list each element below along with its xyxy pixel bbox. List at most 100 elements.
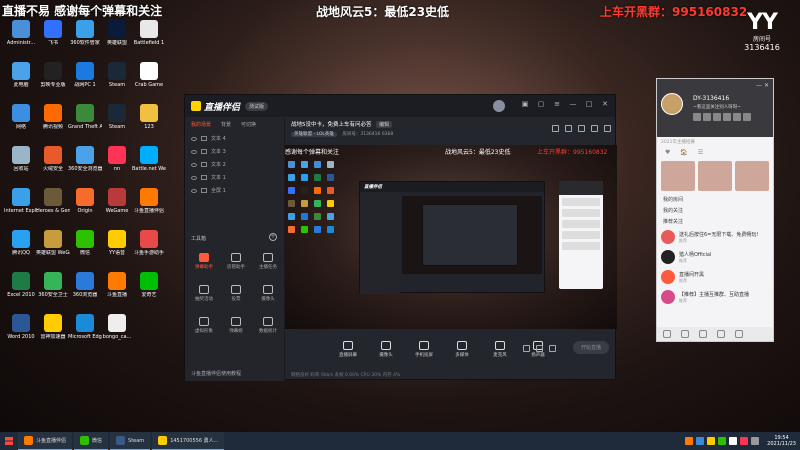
desktop-icon[interactable]: Excel 2010 [4, 272, 38, 308]
desktop-icon[interactable]: 360安全浏览器 [68, 146, 102, 182]
link-my-follow[interactable]: 我的关注 [657, 205, 773, 216]
close-icon[interactable]: ✕ [601, 100, 609, 108]
control-button[interactable]: 直播屏幕 [335, 340, 361, 358]
taskbar-app[interactable]: 微信 [74, 432, 109, 450]
tray-icon[interactable] [696, 437, 705, 445]
tray-icon[interactable] [685, 437, 694, 445]
edit-title-button[interactable]: 编辑 [376, 121, 393, 128]
tool-button[interactable]: 房管助手 [221, 253, 251, 270]
control-button[interactable]: 麦克风 [487, 340, 513, 358]
desktop-icon[interactable]: 360浏览器 [68, 272, 102, 308]
desktop-icon[interactable]: Word 2010 [4, 314, 38, 350]
desktop-icon[interactable]: 斗鱼直播伴侣 [132, 188, 166, 224]
add-tool-icon[interactable]: + [269, 233, 277, 241]
start-button[interactable] [0, 432, 18, 450]
tab-list[interactable]: ☰ [698, 149, 703, 156]
desktop-icon[interactable]: Grand Theft Auto V [68, 104, 102, 140]
desktop-icon[interactable]: bongo_ca... [100, 314, 134, 350]
desktop-icon[interactable]: 腾讯视频 [36, 104, 70, 140]
source-item[interactable]: 文本 1 [185, 171, 284, 184]
tray-icon[interactable] [751, 437, 760, 445]
recommend-item[interactable]: 【推荐】主播互推群、互助直播 推荐 [657, 287, 773, 307]
thumbnail[interactable] [661, 161, 695, 191]
tutorial-link[interactable]: 斗鱼直播伴侣使用教程 [191, 370, 241, 377]
menu-icon[interactable]: ≡ [553, 100, 561, 108]
add-icon[interactable] [663, 330, 671, 338]
desktop-icon[interactable]: Heroes & Generals [36, 188, 70, 224]
badge-icon[interactable] [743, 113, 751, 121]
tool-button[interactable]: 摄像头 [253, 285, 283, 302]
control-button[interactable]: 手机投屏 [411, 340, 437, 358]
link-recommend[interactable]: 推荐关注 [657, 216, 773, 227]
desktop-icon[interactable]: 飞书 [36, 20, 70, 56]
settings-icon[interactable] [591, 125, 598, 132]
recommend-item[interactable]: 直播间开黑 推荐 [657, 267, 773, 287]
desktop-icon[interactable]: 123 [132, 104, 166, 140]
screenshot-icon[interactable] [536, 345, 543, 352]
tool-button[interactable]: 弹幕姬 [221, 317, 251, 334]
desktop-icon[interactable]: Steam [100, 104, 134, 140]
desktop-icon[interactable]: Battlefield 1 [132, 20, 166, 56]
desktop-icon[interactable]: 剪映专业版 [36, 62, 70, 98]
tool-button[interactable]: 主播任务 [253, 253, 283, 270]
control-button[interactable]: 摄像头 [373, 340, 399, 358]
source-item[interactable]: 全屏 1 [185, 184, 284, 197]
desktop-icon[interactable]: Administr... [4, 20, 38, 56]
visibility-icon[interactable] [191, 188, 197, 193]
desktop-icon[interactable]: 雷神加速器 [36, 314, 70, 350]
badge-icon[interactable] [703, 113, 711, 121]
user-avatar[interactable] [493, 100, 505, 112]
version-badge[interactable]: 测试版 [245, 101, 269, 111]
desktop-icon[interactable]: Crab Game [132, 62, 166, 98]
desktop-icon[interactable]: 腾讯QQ [4, 230, 38, 266]
tab-background[interactable]: 背景 [221, 121, 231, 128]
desktop-icon[interactable]: Internet Explorer [4, 188, 38, 224]
source-item[interactable]: 文本 3 [185, 145, 284, 158]
desktop-icon[interactable]: Microsoft Edge [68, 314, 102, 350]
category-tag[interactable]: 英雄联盟 - LOL英雄 [291, 132, 337, 137]
record-icon[interactable] [523, 345, 530, 352]
desktop-icon[interactable]: 火绒安全 [36, 146, 70, 182]
tool-button[interactable]: 弹幕助手 [189, 253, 219, 270]
link-my-room[interactable]: 我的房间 [657, 194, 773, 205]
desktop-icon[interactable]: YY语音 [100, 230, 134, 266]
minimize-icon[interactable]: — [569, 100, 577, 108]
tray-icon[interactable] [740, 437, 749, 445]
tool-button[interactable]: 抽奖活动 [189, 285, 219, 302]
tab-home[interactable]: 🏠 [680, 149, 687, 156]
tab-switchable[interactable]: 可切换 [241, 121, 256, 128]
start-stream-button[interactable]: 开始直播 [572, 341, 609, 354]
desktop-icon[interactable]: 回收站 [4, 146, 38, 182]
thumbnail[interactable] [735, 161, 769, 191]
tool-button[interactable]: 虚拟形象 [189, 317, 219, 334]
tray-icon[interactable] [718, 437, 727, 445]
desktop-icon[interactable]: Battle.net WeGame版 [132, 146, 166, 182]
tool-button[interactable]: 数据统计 [253, 317, 283, 334]
source-item[interactable]: 文本 4 [185, 132, 284, 145]
settings-icon[interactable] [717, 330, 725, 338]
desktop-icon[interactable]: Steam [100, 62, 134, 98]
desktop-icon[interactable]: 斗鱼直播 [100, 272, 134, 308]
taskbar-app[interactable]: 斗鱼直播伴侣 [18, 432, 73, 450]
search-icon[interactable] [699, 330, 707, 338]
desktop-icon[interactable]: 此电脑 [4, 62, 38, 98]
visibility-icon[interactable] [191, 149, 197, 154]
share-icon[interactable] [604, 125, 611, 132]
tray-icon[interactable] [729, 437, 738, 445]
visibility-icon[interactable] [191, 136, 197, 141]
recommend-item[interactable]: 送礼后按住6=无限下载、免费畅玩! 推荐 [657, 227, 773, 247]
thumbnail[interactable] [698, 161, 732, 191]
desktop-icon[interactable]: 360安全卫士 [36, 272, 70, 308]
tray-icon[interactable] [707, 437, 716, 445]
copy-icon[interactable] [578, 125, 585, 132]
yy-window-controls[interactable]: — ✕ [756, 82, 769, 89]
taskbar-app[interactable]: Steam [110, 432, 151, 450]
gift-icon[interactable] [552, 125, 559, 132]
chat-icon[interactable] [681, 330, 689, 338]
desktop-icon[interactable]: 网络 [4, 104, 38, 140]
tab-favorites[interactable]: ♥ [665, 149, 670, 156]
message-icon[interactable]: ▢ [537, 100, 545, 108]
settings-icon[interactable] [549, 345, 556, 352]
recommend-item[interactable]: 猎人杨Official 推荐 [657, 247, 773, 267]
visibility-icon[interactable] [191, 175, 197, 180]
